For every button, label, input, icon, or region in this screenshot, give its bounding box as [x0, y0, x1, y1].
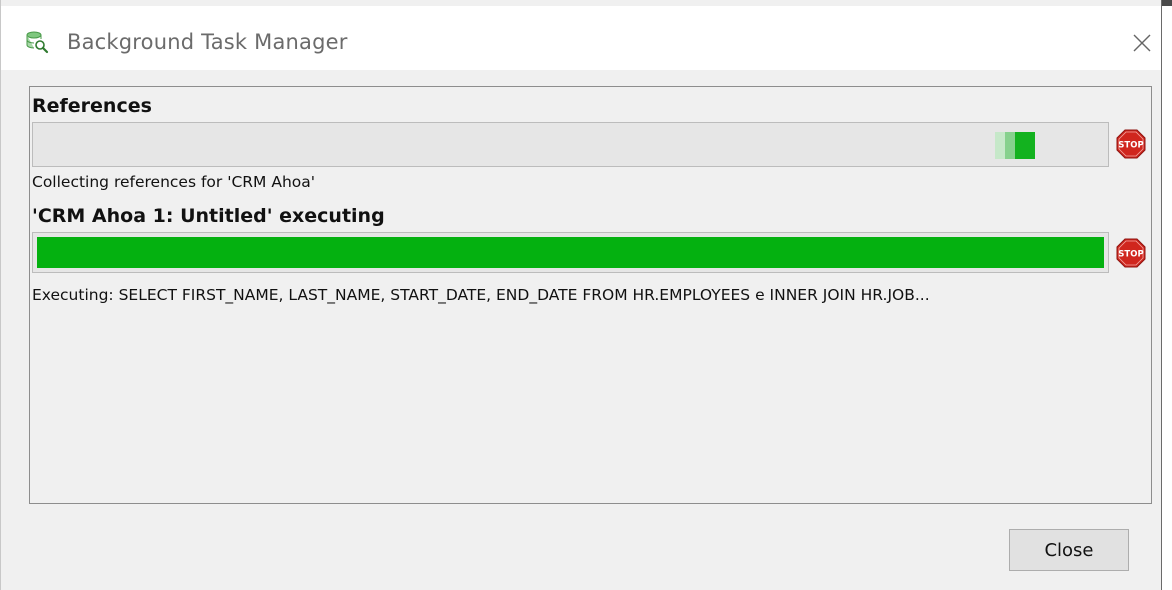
progress-fill	[37, 237, 1104, 268]
task-status: Executing: SELECT FIRST_NAME, LAST_NAME,…	[32, 286, 930, 304]
stop-label: STOP	[1118, 141, 1143, 151]
progress-chunk	[1005, 132, 1015, 159]
task-status: Collecting references for 'CRM Ahoa'	[32, 173, 316, 191]
progress-chunk	[1015, 132, 1035, 159]
progress-bar-indeterminate	[32, 122, 1109, 167]
progress-bar	[32, 232, 1109, 273]
window-title: Background Task Manager	[67, 30, 348, 54]
task-title: 'CRM Ahoa 1: Untitled' executing	[32, 205, 385, 227]
database-search-icon	[26, 31, 49, 54]
task-manager-dialog: Background Task Manager References STOP …	[0, 0, 1162, 590]
close-button[interactable]: Close	[1009, 529, 1129, 571]
stop-label: STOP	[1118, 250, 1143, 260]
stop-sign-icon[interactable]: STOP	[1115, 237, 1147, 269]
title-bar[interactable]: Background Task Manager	[1, 6, 1161, 70]
progress-chunk	[995, 132, 1005, 159]
close-icon[interactable]	[1131, 32, 1153, 54]
task-title: References	[32, 95, 152, 117]
tasks-panel: References STOP Collecting references fo…	[29, 86, 1152, 504]
stop-sign-icon[interactable]: STOP	[1115, 128, 1147, 160]
